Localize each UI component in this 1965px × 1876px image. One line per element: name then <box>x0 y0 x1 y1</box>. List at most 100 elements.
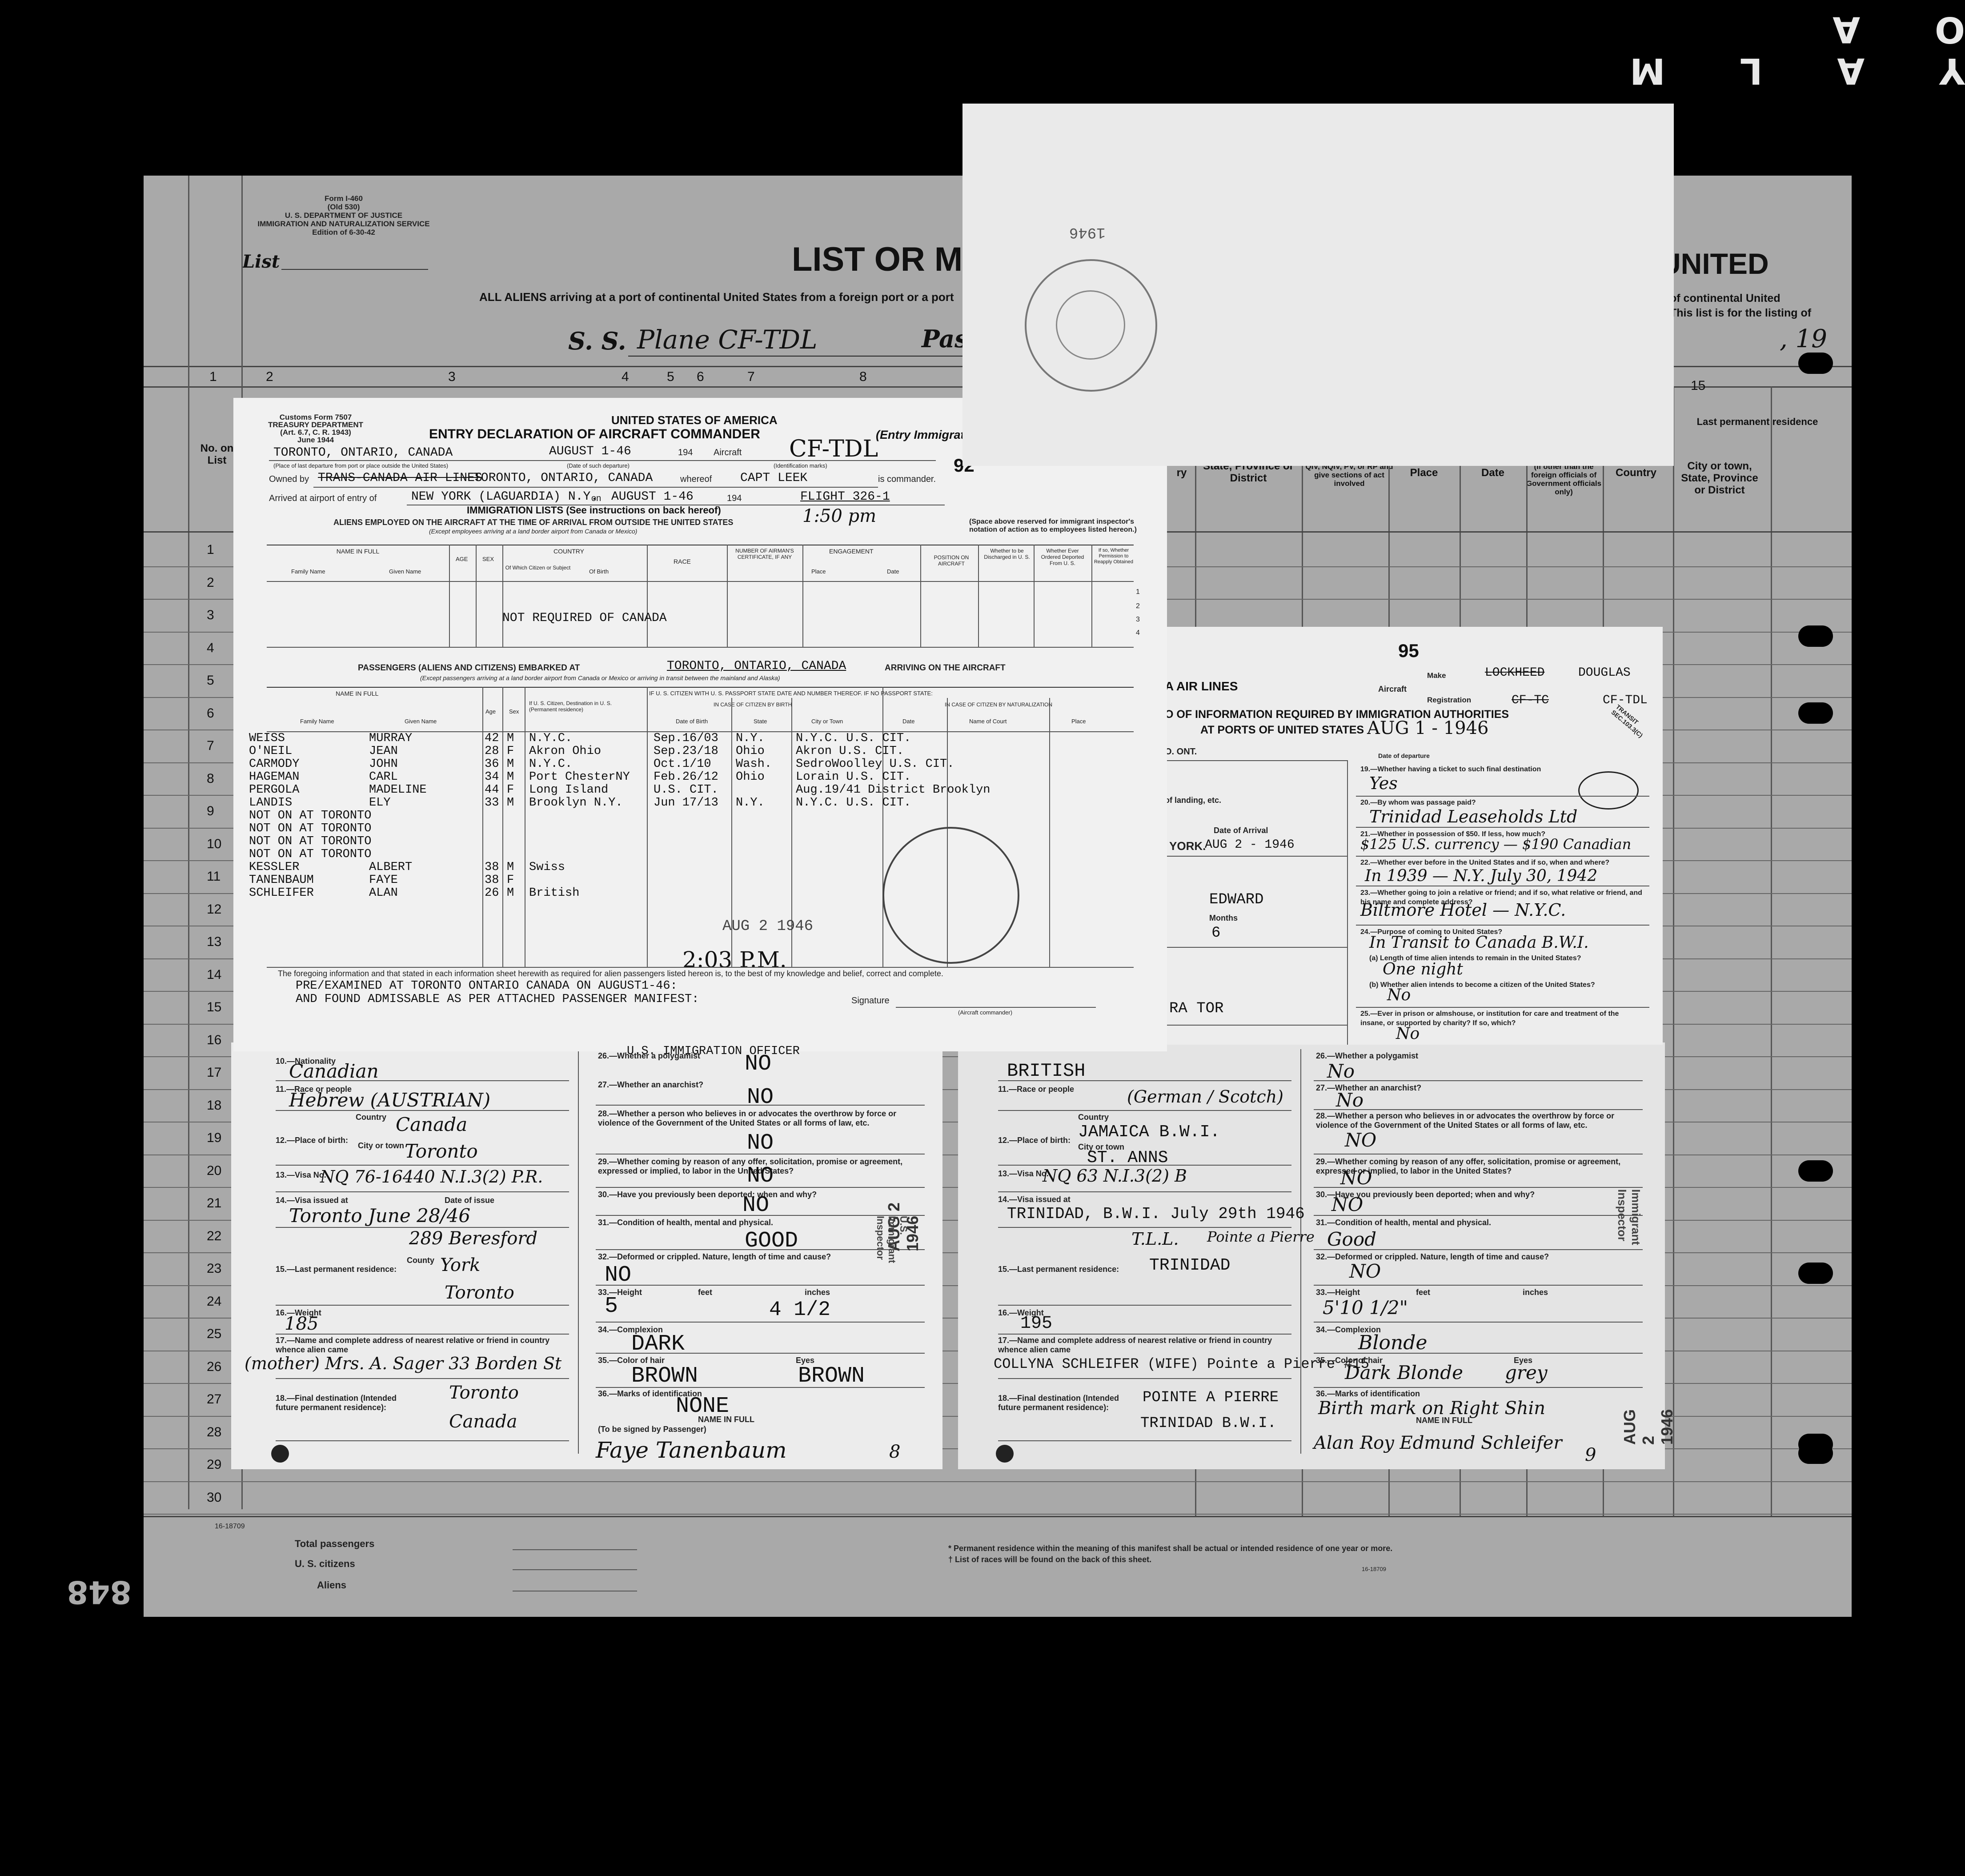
a21-money: $125 U.S. currency — $190 Canadian <box>1360 836 1632 853</box>
signature-note: (Aircraft commander) <box>958 1009 1013 1016</box>
pass-court-subheader: Name of Court <box>969 718 1007 725</box>
form-old: (Old 530) <box>327 203 360 211</box>
no-on-list-header: No. on List <box>200 442 234 466</box>
pass-sex: M <box>507 861 514 874</box>
date-note: (Date of such departure) <box>567 462 630 469</box>
a14-visa-issued: TRINIDAD, B.W.I. July 29th 1946 <box>1007 1205 1305 1223</box>
col-num-8: 8 <box>859 369 867 384</box>
a25-prison: No <box>1396 1025 1420 1043</box>
inspector-stamp-title: Immigrant Inspector <box>1616 1189 1643 1245</box>
pass-place-subheader: Place <box>1071 718 1086 725</box>
place-departure-note: (Place of last departure from port or pl… <box>273 462 449 469</box>
place-departure: TORONTO, ONTARIO, CANADA <box>273 446 453 460</box>
q31-label: 31.—Condition of health, mental and phys… <box>598 1218 774 1227</box>
a11-race: Hebrew (AUSTRIAN) <box>289 1089 491 1111</box>
regs: (Art. 6.7, C. R. 1943) <box>280 428 351 437</box>
crew-family-subheader: Family Name <box>291 568 325 575</box>
pass-family-name: NOT ON AT TORONTO <box>249 835 372 848</box>
a31-health: Good <box>1327 1228 1377 1250</box>
treasury: TREASURY DEPARTMENT <box>268 421 364 429</box>
a17-relative: (mother) Mrs. A. Sager 33 Borden St <box>245 1354 562 1373</box>
a20-passage: Trinidad Leaseholds Ltd <box>1369 807 1578 826</box>
passenger-signature: Alan Roy Edmund Schleifer <box>1314 1433 1562 1453</box>
pass-given-name: ELY <box>369 796 391 810</box>
feet-label: feet <box>698 1288 713 1297</box>
arrival-year: 194 <box>727 493 742 503</box>
date-departure-label: Date of departure <box>1378 752 1430 759</box>
york-label: YORK. <box>1169 839 1206 853</box>
crew-deported-header: Whether Ever Ordered Deported From U. S. <box>1041 548 1084 566</box>
crew-line-1: 1 <box>1136 588 1140 596</box>
q28-label: 28.—Whether a person who believes in or … <box>1316 1111 1615 1130</box>
row-number: 20 <box>207 1163 222 1178</box>
edition: Edition of 6-30-42 <box>312 228 375 237</box>
whereof-label: whereof <box>680 474 712 484</box>
given-name: EDWARD <box>1209 891 1264 908</box>
row-number: 26 <box>207 1359 222 1374</box>
preexamined-text: PRE/EXAMINED AT TORONTO ONTARIO CANADA O… <box>296 979 678 993</box>
row-number: 22 <box>207 1228 222 1243</box>
q14-label: 14.—Visa issued at <box>276 1196 348 1205</box>
pass-age: 26 <box>485 886 499 900</box>
row-number: 15 <box>207 1000 222 1014</box>
a16-weight: 185 <box>285 1314 319 1334</box>
a10-nationality: BRITISH <box>1007 1060 1086 1082</box>
pass-state-subheader: State <box>754 718 767 725</box>
a27-anarchist: No <box>1336 1089 1364 1111</box>
a10-nationality: Canadian <box>289 1060 379 1082</box>
inspector-note: (Space above reserved for immigrant insp… <box>969 518 1137 533</box>
pass-birth-date: Sep.16/03 <box>654 732 718 745</box>
pass-birth-state: Ohio <box>736 770 765 784</box>
aliens-label: Aliens <box>317 1579 347 1591</box>
a16-weight: 195 <box>1020 1314 1053 1334</box>
a11-race: (German / Scotch) <box>1127 1087 1284 1106</box>
a18-city: Toronto <box>449 1383 519 1403</box>
binder-hole <box>1798 702 1833 724</box>
crew-age-header: AGE <box>456 556 468 562</box>
pass-birth-date: Jun 17/13 <box>654 796 718 810</box>
passengers-note: (Except passengers arriving at a land bo… <box>420 674 780 681</box>
pass-given-name: MURRAY <box>369 732 413 745</box>
pass-sex: M <box>507 796 514 810</box>
row-number: 3 <box>207 608 214 622</box>
pass-sex: M <box>507 886 514 900</box>
pass-birth-state: N.Y. <box>736 796 765 810</box>
make-label: Make <box>1427 671 1446 680</box>
pass-birth-city: Aug.19/41 District Brooklyn <box>796 783 991 797</box>
pass-age: 44 <box>485 783 499 797</box>
admissable-text: AND FOUND ADMISSABLE AS PER ATTACHED PAS… <box>296 993 699 1006</box>
row-number: 21 <box>207 1196 222 1211</box>
row-number: 25 <box>207 1327 222 1341</box>
film-frame-number: 848 <box>67 1574 132 1610</box>
owner-city: TORONTO, ONTARIO, CANADA <box>473 471 653 485</box>
pass-name-header: NAME IN FULL <box>336 690 379 697</box>
pass-family-subheader: Family Name <box>300 718 334 725</box>
pass-destination: Port ChesterNY <box>529 770 630 784</box>
name-full-label: NAME IN FULL <box>698 1415 754 1424</box>
sheet-logo-icon <box>271 1445 289 1463</box>
passengers-place: TORONTO, ONTARIO, CANADA <box>667 659 846 673</box>
info-title-2: AT PORTS OF UNITED STATES <box>1200 724 1364 736</box>
film-edge-lettering: Y A L M O A <box>1599 9 1965 92</box>
owned-by-label: Owned by <box>269 474 309 484</box>
crew-place-subheader: Place <box>811 568 826 575</box>
alien-info-sheet-schleifer: BRITISH 11.—Race or people (German / Sco… <box>958 1042 1676 1469</box>
pass-destination: N.Y.C. <box>529 758 573 771</box>
arrival-airport: NEW YORK (LAGUARDIA) N.Y. <box>411 490 598 504</box>
hdr-qiv: QIV, NQIV, PV, or RP and give sections o… <box>1305 462 1393 488</box>
q33-label: 33.—Height <box>1316 1288 1360 1297</box>
q32-label: 32.—Deformed or crippled. Nature, length… <box>598 1252 831 1261</box>
pass-age-header: Age <box>485 708 496 715</box>
us-citizens-label: U. S. citizens <box>295 1558 355 1569</box>
row-number: 11 <box>207 869 221 884</box>
a18-city: POINTE A PIERRE <box>1143 1389 1279 1406</box>
commander-name: CAPT LEEK <box>740 471 808 485</box>
q15-label: 15.—Last permanent residence: <box>276 1265 397 1274</box>
row-number: 8 <box>207 771 214 786</box>
a35-eyes: grey <box>1505 1362 1548 1383</box>
not-required: NOT REQUIRED OF CANADA <box>502 611 667 625</box>
a33-height: 5'10 1/2" <box>1323 1297 1408 1319</box>
pass-sex: M <box>507 732 514 745</box>
col-num-6: 6 <box>697 369 704 384</box>
q31-label: 31.—Condition of health, mental and phys… <box>1316 1218 1492 1227</box>
